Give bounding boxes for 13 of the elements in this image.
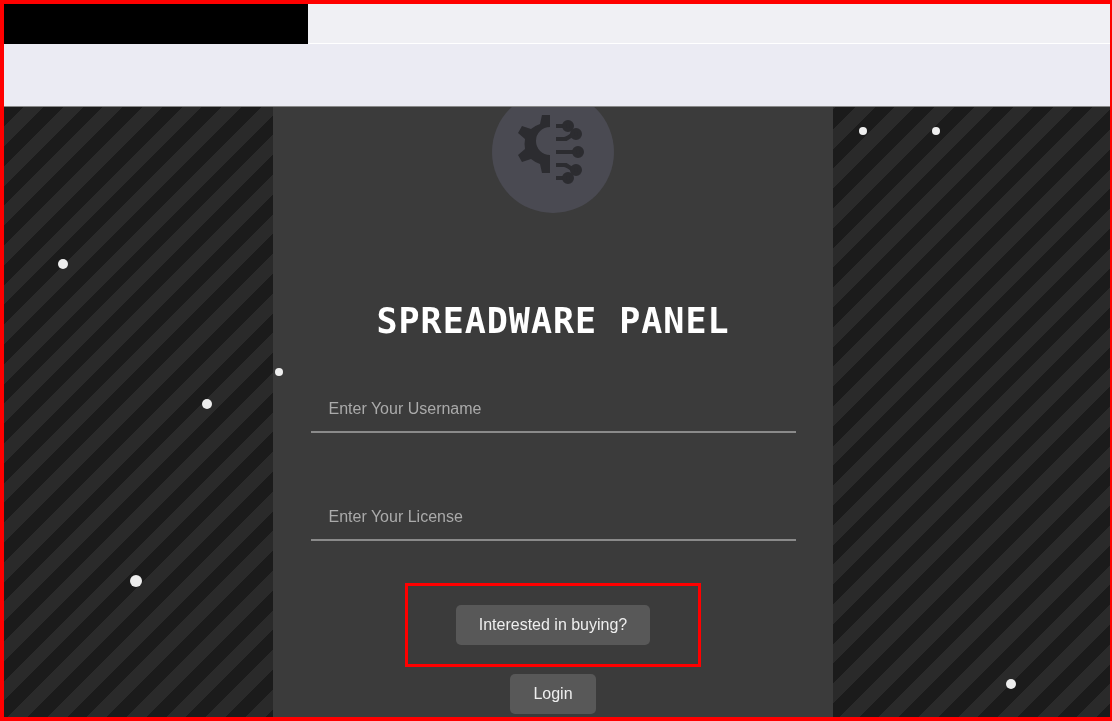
particle-dot xyxy=(932,127,940,135)
particle-dot xyxy=(202,399,212,409)
text-field[interactable]: Enter Your License xyxy=(310,495,796,541)
panel-title: SPREADWARE PANEL xyxy=(376,301,730,341)
particle-dot xyxy=(130,575,142,587)
particle-dot xyxy=(859,127,867,135)
particle-dot xyxy=(58,259,68,269)
gear-circuit-logo-icon xyxy=(492,107,614,213)
particle-dot xyxy=(275,368,283,376)
buy-button[interactable]: Interested in buying? xyxy=(455,605,651,645)
particle-dot xyxy=(1006,679,1016,689)
text-field[interactable]: Enter Your Username xyxy=(310,387,796,433)
login-button[interactable]: Login xyxy=(510,674,596,714)
